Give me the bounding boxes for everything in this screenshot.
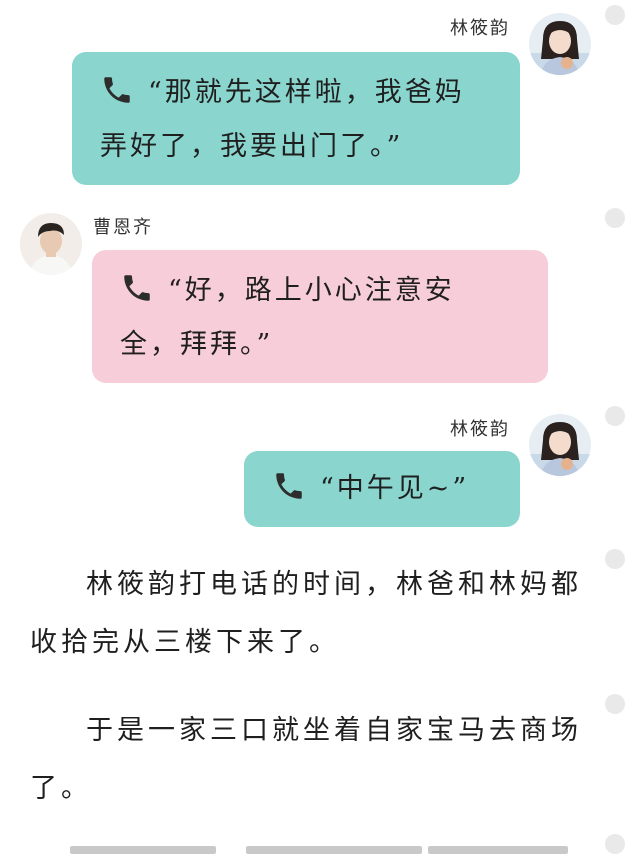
- scroll-dot[interactable]: [605, 834, 625, 854]
- girl-avatar-icon: [529, 13, 591, 75]
- message-bubble[interactable]: “那就先这样啦，我爸妈 弄好了，我要出门了。”: [72, 52, 520, 185]
- boy-avatar-icon: [20, 213, 82, 275]
- message-text: “好，路上小心注意安: [168, 275, 455, 306]
- narration-line: 收拾完从三楼下来了。: [30, 627, 340, 658]
- bottom-bar: [70, 846, 216, 854]
- girl-avatar-icon: [529, 414, 591, 476]
- avatar[interactable]: [529, 13, 591, 75]
- narration-paragraph: 于是一家三口就坐着自家宝马去商场 了。: [30, 702, 610, 818]
- message-text: “中午见~”: [320, 473, 470, 504]
- narration-line: 于是一家三口就坐着自家宝马去商场: [86, 715, 582, 746]
- narration-line: 林筱韵打电话的时间，林爸和林妈都: [86, 569, 582, 600]
- sender-name: 林筱韵: [450, 18, 510, 39]
- narration-paragraph: 林筱韵打电话的时间，林爸和林妈都 收拾完从三楼下来了。: [30, 556, 610, 672]
- scroll-dot[interactable]: [605, 406, 625, 426]
- scroll-dot[interactable]: [605, 208, 625, 228]
- bottom-bar: [246, 846, 422, 854]
- scroll-dot[interactable]: [605, 5, 625, 25]
- sender-name: 林筱韵: [450, 419, 510, 440]
- narration-line: 了。: [30, 773, 92, 804]
- sender-name: 曹恩齐: [93, 217, 153, 238]
- phone-icon: [124, 275, 150, 301]
- avatar[interactable]: [20, 213, 82, 275]
- message-text: 弄好了，我要出门了。”: [100, 131, 404, 162]
- message-bubble[interactable]: “好，路上小心注意安 全，拜拜。”: [92, 250, 548, 383]
- bottom-bar: [428, 846, 568, 854]
- message-text: “那就先这样啦，我爸妈: [148, 77, 465, 108]
- message-bubble[interactable]: “中午见~”: [244, 451, 520, 527]
- avatar[interactable]: [529, 414, 591, 476]
- message-text: 全，拜拜。”: [120, 329, 274, 360]
- phone-icon: [104, 77, 130, 103]
- phone-icon: [276, 473, 302, 499]
